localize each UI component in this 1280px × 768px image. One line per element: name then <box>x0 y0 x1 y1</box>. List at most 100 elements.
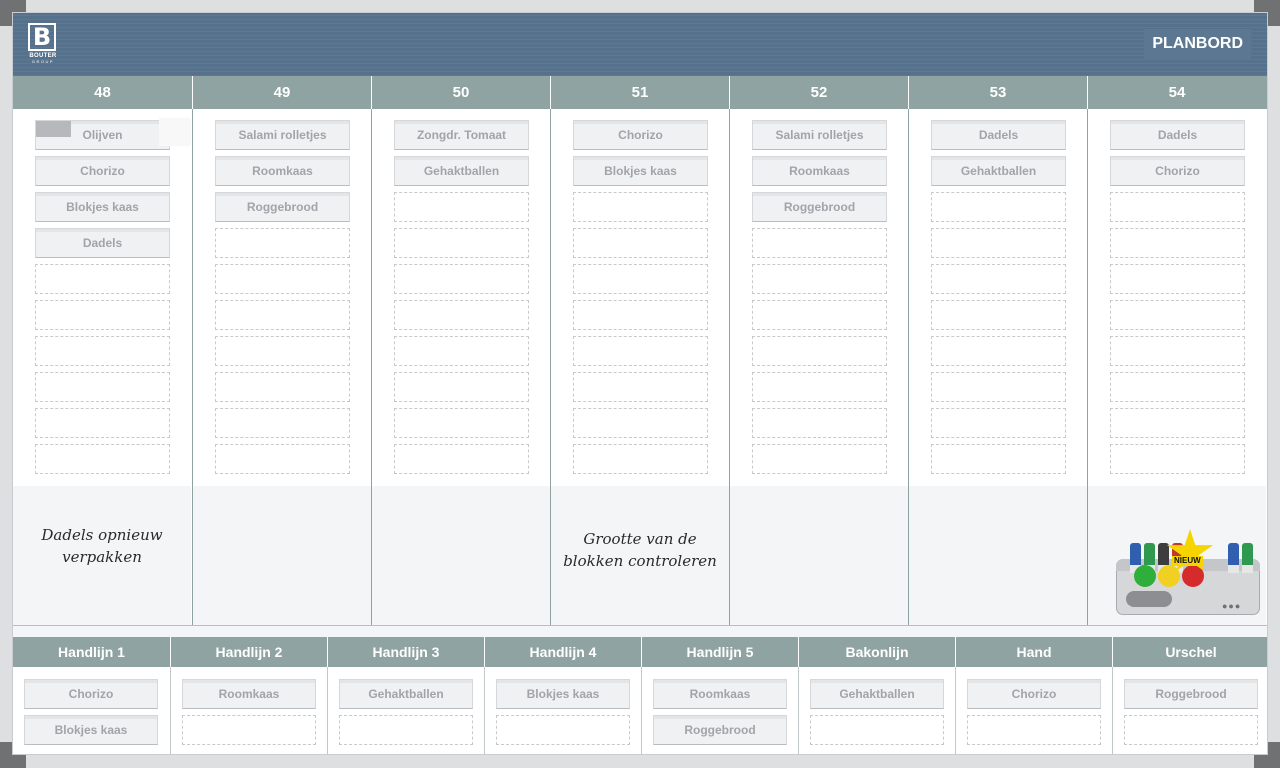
product-card[interactable]: Blokjes kaas <box>35 192 170 222</box>
empty-slot[interactable] <box>931 372 1066 402</box>
empty-slot[interactable] <box>215 444 350 474</box>
empty-slot[interactable] <box>1110 336 1245 366</box>
empty-slot[interactable] <box>931 300 1066 330</box>
empty-slot[interactable] <box>573 372 708 402</box>
product-card[interactable]: Chorizo <box>967 679 1101 709</box>
empty-slot[interactable] <box>394 444 529 474</box>
empty-slot[interactable] <box>752 444 887 474</box>
product-card[interactable]: Roggebrood <box>752 192 887 222</box>
empty-slot[interactable] <box>1110 372 1245 402</box>
product-card[interactable]: Roggebrood <box>215 192 350 222</box>
empty-slot[interactable] <box>35 408 170 438</box>
note-area[interactable] <box>730 486 908 625</box>
smiley-magnet[interactable] <box>1134 565 1156 587</box>
empty-slot[interactable] <box>1110 228 1245 258</box>
product-card[interactable]: Roomkaas <box>653 679 787 709</box>
empty-slot[interactable] <box>496 715 630 745</box>
product-card[interactable]: Roomkaas <box>182 679 316 709</box>
empty-slot[interactable] <box>573 228 708 258</box>
empty-slot[interactable] <box>752 372 887 402</box>
empty-slot[interactable] <box>35 300 170 330</box>
empty-slot[interactable] <box>573 444 708 474</box>
empty-slot[interactable] <box>752 300 887 330</box>
product-card[interactable]: Roomkaas <box>215 156 350 186</box>
empty-slot[interactable] <box>394 300 529 330</box>
product-card[interactable]: Chorizo <box>573 120 708 150</box>
empty-slot[interactable] <box>752 408 887 438</box>
empty-slot[interactable] <box>810 715 944 745</box>
empty-slot[interactable] <box>394 372 529 402</box>
empty-slot[interactable] <box>752 264 887 294</box>
empty-slot[interactable] <box>215 372 350 402</box>
product-card[interactable]: Roggebrood <box>1124 679 1258 709</box>
product-card[interactable]: Zongdr. Tomaat <box>394 120 529 150</box>
empty-slot[interactable] <box>573 300 708 330</box>
product-card[interactable]: Blokjes kaas <box>573 156 708 186</box>
product-card[interactable]: Blokjes kaas <box>496 679 630 709</box>
empty-slot[interactable] <box>967 715 1101 745</box>
empty-slot[interactable] <box>394 192 529 222</box>
product-card[interactable]: Roomkaas <box>752 156 887 186</box>
product-card[interactable]: Dadels <box>1110 120 1245 150</box>
empty-slot[interactable] <box>215 408 350 438</box>
empty-slot[interactable] <box>1110 192 1245 222</box>
empty-slot[interactable] <box>35 444 170 474</box>
empty-slot[interactable] <box>1124 715 1258 745</box>
product-card[interactable]: Gehaktballen <box>931 156 1066 186</box>
empty-slot[interactable] <box>931 336 1066 366</box>
empty-slot[interactable] <box>394 264 529 294</box>
product-card[interactable]: Roggebrood <box>653 715 787 745</box>
empty-slot[interactable] <box>394 336 529 366</box>
marker-tray[interactable]: ●●● NIEUW <box>1116 529 1261 617</box>
planning-board: B BOUTER GROUP PLANBORD 48 49 50 51 52 53 54 O… <box>13 13 1267 754</box>
empty-slot[interactable] <box>1110 408 1245 438</box>
product-card[interactable]: Salami rolletjes <box>215 120 350 150</box>
empty-slot[interactable] <box>752 228 887 258</box>
empty-slot[interactable] <box>215 264 350 294</box>
empty-slot[interactable] <box>394 408 529 438</box>
empty-slot[interactable] <box>182 715 316 745</box>
product-card[interactable]: Chorizo <box>35 156 170 186</box>
product-card[interactable]: Dadels <box>931 120 1066 150</box>
empty-slot[interactable] <box>215 228 350 258</box>
empty-slot[interactable] <box>931 264 1066 294</box>
empty-slot[interactable] <box>35 264 170 294</box>
empty-slot[interactable] <box>35 336 170 366</box>
empty-slot[interactable] <box>1110 300 1245 330</box>
product-card[interactable]: Chorizo <box>1110 156 1245 186</box>
product-card[interactable]: Gehaktballen <box>339 679 473 709</box>
whiteboard-marker[interactable] <box>1228 543 1239 573</box>
empty-slot[interactable] <box>931 444 1066 474</box>
week-slots: Chorizo Blokjes kaas <box>573 120 708 480</box>
note-area[interactable]: Dadels opnieuw verpakken <box>13 486 191 625</box>
empty-slot[interactable] <box>1110 264 1245 294</box>
product-card[interactable]: Chorizo <box>24 679 158 709</box>
note-area[interactable] <box>193 486 371 625</box>
empty-slot[interactable] <box>339 715 473 745</box>
product-card[interactable]: Dadels <box>35 228 170 258</box>
smiley-magnet[interactable] <box>1158 565 1180 587</box>
empty-slot[interactable] <box>394 228 529 258</box>
note-area[interactable] <box>909 486 1087 625</box>
note-area[interactable] <box>372 486 550 625</box>
product-card[interactable]: Gehaktballen <box>394 156 529 186</box>
empty-slot[interactable] <box>35 372 170 402</box>
empty-slot[interactable] <box>931 228 1066 258</box>
empty-slot[interactable] <box>931 192 1066 222</box>
empty-slot[interactable] <box>931 408 1066 438</box>
empty-slot[interactable] <box>573 192 708 222</box>
empty-slot[interactable] <box>573 264 708 294</box>
empty-slot[interactable] <box>215 336 350 366</box>
eraser[interactable] <box>1126 591 1172 607</box>
empty-slot[interactable] <box>752 336 887 366</box>
whiteboard-marker[interactable] <box>1242 543 1253 573</box>
product-card[interactable]: Olijven <box>35 120 170 150</box>
product-card[interactable]: Gehaktballen <box>810 679 944 709</box>
product-card[interactable]: Blokjes kaas <box>24 715 158 745</box>
empty-slot[interactable] <box>573 408 708 438</box>
empty-slot[interactable] <box>573 336 708 366</box>
note-area[interactable]: Grootte van de blokken controleren <box>551 486 729 625</box>
product-card[interactable]: Salami rolletjes <box>752 120 887 150</box>
empty-slot[interactable] <box>215 300 350 330</box>
empty-slot[interactable] <box>1110 444 1245 474</box>
